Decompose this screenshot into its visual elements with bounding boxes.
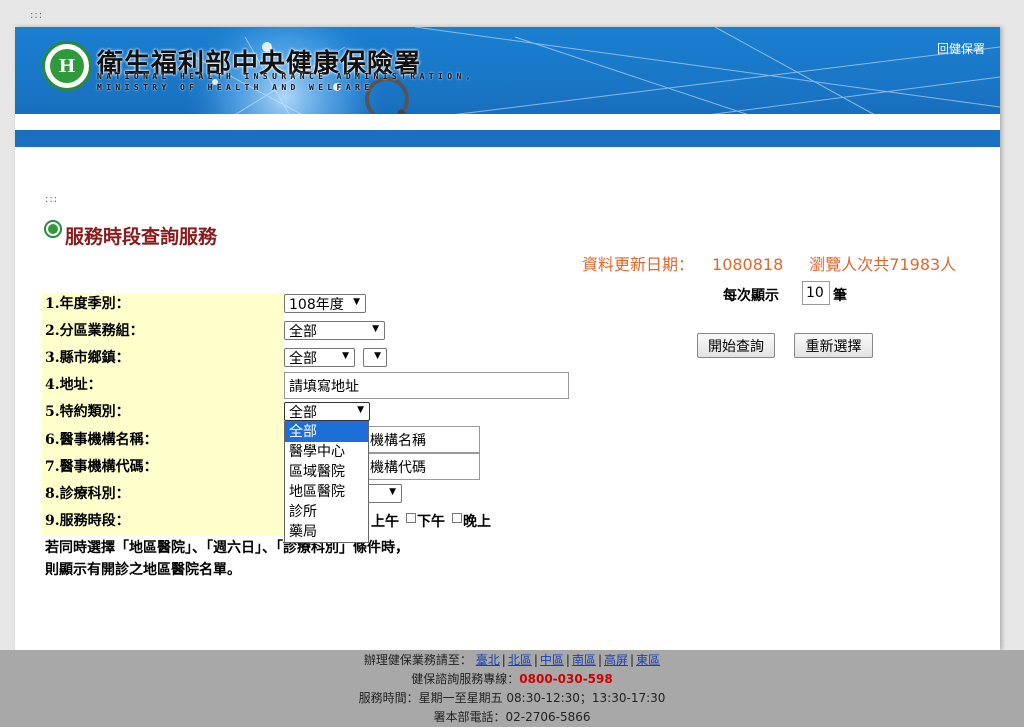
update-date-label: 資料更新日期： xyxy=(582,255,695,274)
label-county-town: 3.縣市鄉鎮： xyxy=(45,350,130,366)
label-year-season: 1.年度季別： xyxy=(45,296,130,312)
evening-checkbox[interactable] xyxy=(452,513,462,523)
footer-regions-line: 辦理健保業務請至： 臺北 | 北區 | 中區 | 南區 | 高屏 | 東區 xyxy=(0,651,1024,670)
separator: | xyxy=(501,653,506,667)
county-select[interactable]: 全部 ▼ xyxy=(284,348,355,367)
per-page-input[interactable]: 10 xyxy=(802,281,830,305)
update-date-value: 1080818 xyxy=(712,255,784,274)
region-link-taipei[interactable]: 臺北 xyxy=(476,653,500,667)
update-info: 資料更新日期： 1080818 瀏覽人次共71983人 xyxy=(582,251,956,275)
nhi-small-logo-icon xyxy=(44,220,62,238)
district-value: 全部 xyxy=(289,323,317,340)
label-institution-name: 6.醫事機構名稱： xyxy=(45,432,158,448)
reset-button[interactable]: 重新選擇 xyxy=(794,333,873,358)
chevron-down-icon: ▼ xyxy=(342,351,349,361)
page-container: H 衛生福利部中央健康保險署 NATIONAL HEALTH INSURANCE… xyxy=(15,27,1000,650)
separator: | xyxy=(533,653,538,667)
label-service-time: 9.服務時段： xyxy=(45,513,130,529)
header-banner: H 衛生福利部中央健康保險署 NATIONAL HEALTH INSURANCE… xyxy=(15,27,1000,147)
dropdown-option[interactable]: 診所 xyxy=(285,502,368,522)
accesskey-top[interactable]: ::: xyxy=(30,10,43,21)
region-link-central[interactable]: 中區 xyxy=(540,653,564,667)
agency-name-en-1: NATIONAL HEALTH INSURANCE ADMINISTRATION… xyxy=(97,72,475,81)
dropdown-option[interactable]: 地區醫院 xyxy=(285,482,368,502)
county-value: 全部 xyxy=(289,350,317,367)
region-link-kaoping[interactable]: 高屏 xyxy=(604,653,628,667)
town-select[interactable]: ▼ xyxy=(363,348,387,367)
footer-hotline-prefix: 健保諮詢服務專線： xyxy=(411,672,520,686)
chevron-down-icon: ▼ xyxy=(357,405,364,415)
agency-name-en-2: MINISTRY OF HEALTH AND WELFARE xyxy=(97,83,374,92)
year-season-value: 108年度 xyxy=(289,296,344,313)
page-title: 服務時段查詢服務 xyxy=(65,226,218,248)
footer-service-hours: 服務時間：星期一至星期五 08:30-12:30；13:30-17:30 xyxy=(358,691,666,705)
contract-type-value: 全部 xyxy=(289,404,317,421)
footer: 辦理健保業務請至： 臺北 | 北區 | 中區 | 南區 | 高屏 | 東區 健保諮詢服務專線：080… xyxy=(0,650,1024,727)
chevron-down-icon: ▼ xyxy=(389,487,396,497)
footer-hotline-line: 健保諮詢服務專線：0800-030-598 xyxy=(0,670,1024,689)
region-link-north[interactable]: 北區 xyxy=(508,653,532,667)
contract-type-select[interactable]: 全部 ▼ xyxy=(284,402,370,421)
region-link-south[interactable]: 南區 xyxy=(572,653,596,667)
separator: | xyxy=(597,653,602,667)
home-link[interactable]: 回健保署 xyxy=(937,40,985,57)
year-season-select[interactable]: 108年度 ▼ xyxy=(284,294,366,313)
separator: | xyxy=(565,653,570,667)
institution-code-value: 機構代碼 xyxy=(370,459,426,476)
dropdown-option[interactable]: 藥局 xyxy=(285,522,368,542)
time-option-afternoon: 下午 xyxy=(417,514,445,530)
label-contract-type: 5.特約類別： xyxy=(45,404,130,420)
note-line-2: 則顯示有開診之地區醫院名單。 xyxy=(45,562,241,578)
dropdown-option[interactable]: 區域醫院 xyxy=(285,462,368,482)
time-option-evening: 晚上 xyxy=(463,514,491,530)
separator: | xyxy=(630,653,635,667)
search-button[interactable]: 開始查詢 xyxy=(697,333,775,358)
dropdown-option[interactable]: 醫學中心 xyxy=(285,442,368,462)
chevron-down-icon: ▼ xyxy=(374,351,381,361)
time-option-morning: 上午 xyxy=(371,514,399,530)
per-page-unit: 筆 xyxy=(833,288,847,304)
nhi-logo: H xyxy=(42,41,92,91)
footer-regions-prefix: 辦理健保業務請至： xyxy=(363,653,472,667)
footer-phone: 署本部電話：02-2706-5866 xyxy=(433,710,591,724)
chevron-down-icon: ▼ xyxy=(353,297,360,307)
address-value: 請填寫地址 xyxy=(289,378,359,395)
chevron-down-icon: ▼ xyxy=(372,324,379,334)
accesskey-main[interactable]: ::: xyxy=(45,194,58,205)
label-address: 4.地址： xyxy=(45,377,102,393)
label-department: 8.診療科別： xyxy=(45,486,130,502)
institution-name-value: 機構名稱 xyxy=(370,432,426,449)
per-page-label: 每次顯示 xyxy=(723,288,779,304)
contract-type-dropdown-list[interactable]: 全部 醫學中心 區域醫院 地區醫院 診所 藥局 xyxy=(284,421,369,543)
label-district: 2.分區業務組： xyxy=(45,323,144,339)
per-page-value: 10 xyxy=(806,285,824,301)
region-link-east[interactable]: 東區 xyxy=(636,653,660,667)
label-institution-code: 7.醫事機構代碼： xyxy=(45,459,158,475)
nhi-logo-mark: H xyxy=(50,49,84,83)
dropdown-option[interactable]: 全部 xyxy=(285,422,368,442)
footer-hotline-number: 0800-030-598 xyxy=(519,672,613,686)
view-count: 瀏覽人次共71983人 xyxy=(809,255,957,274)
address-input[interactable]: 請填寫地址 xyxy=(284,372,569,399)
afternoon-checkbox[interactable] xyxy=(406,513,416,523)
district-select[interactable]: 全部 ▼ xyxy=(284,321,385,340)
